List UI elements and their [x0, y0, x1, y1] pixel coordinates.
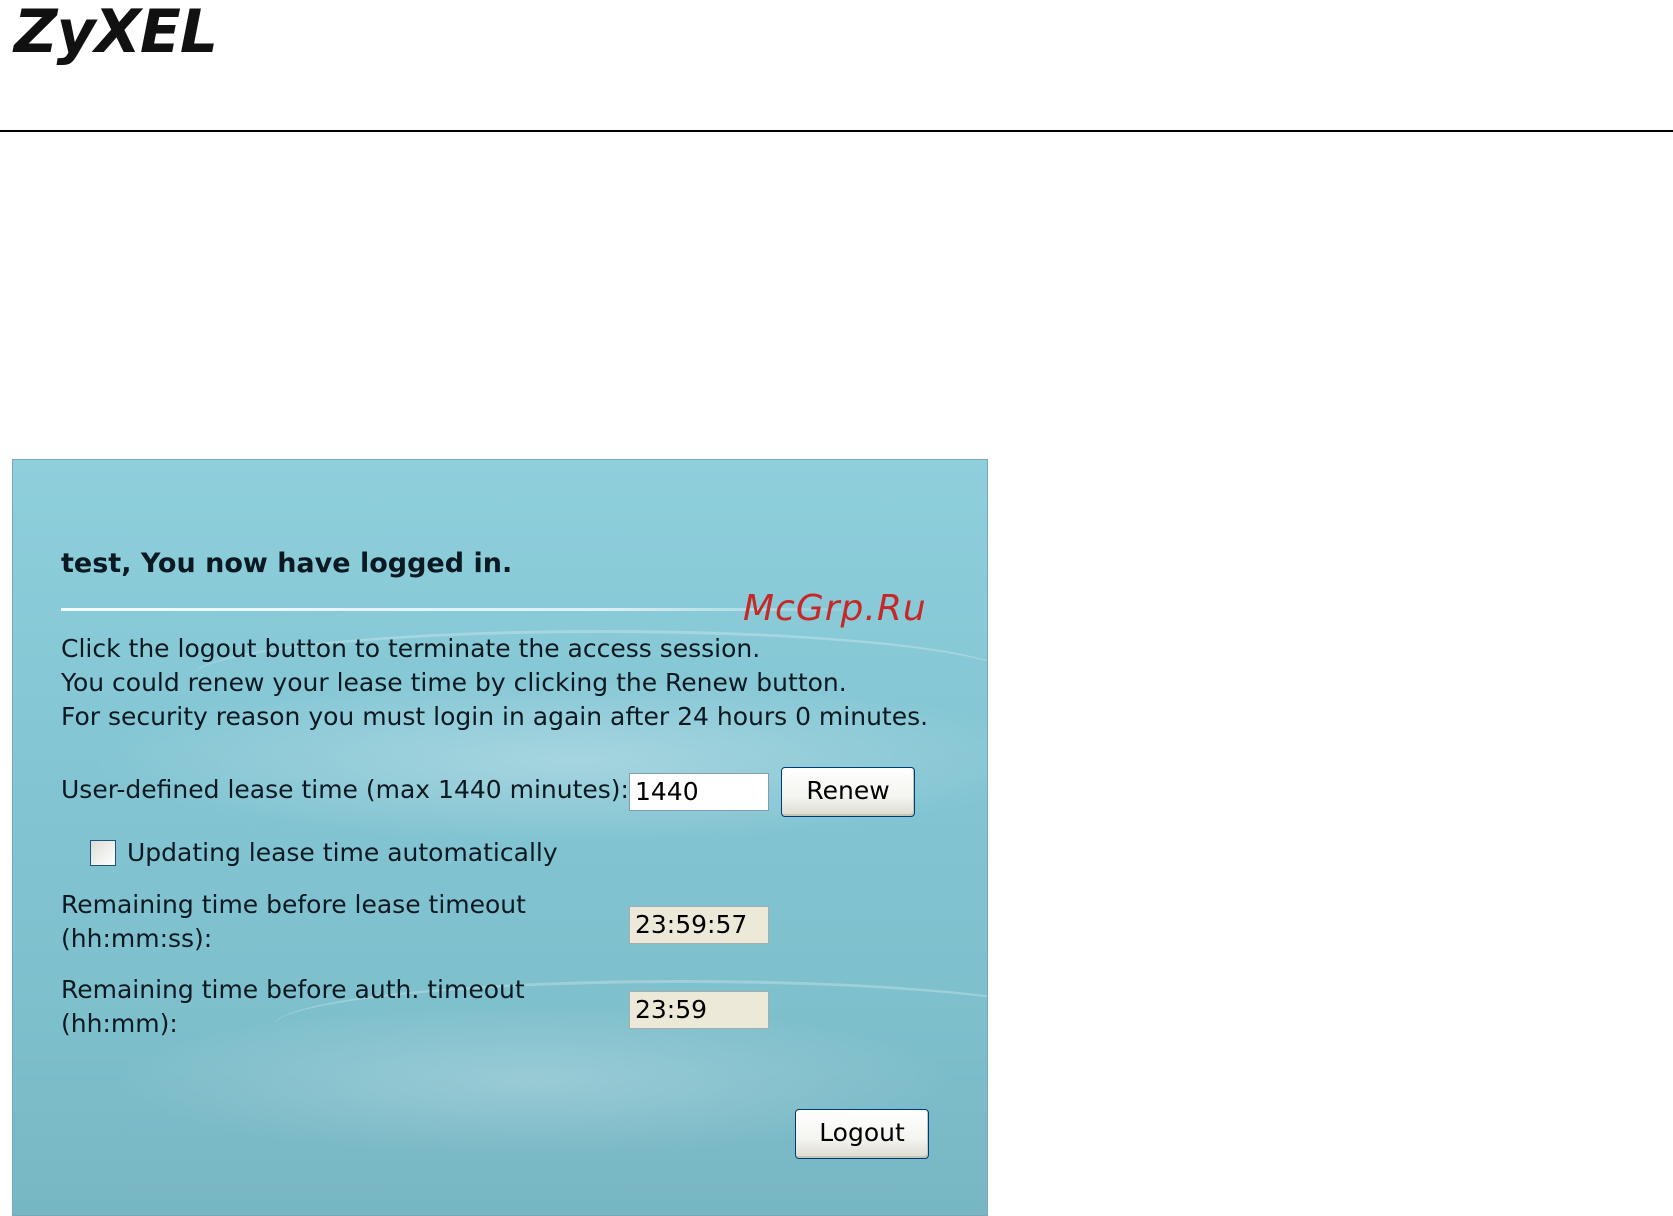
- logout-button[interactable]: Logout: [795, 1109, 929, 1159]
- lease-remaining-label-line: Remaining time before lease timeout: [61, 890, 526, 919]
- auth-remaining-field: 23:59: [629, 991, 769, 1029]
- auth-remaining-label-line: (hh:mm):: [61, 1009, 178, 1038]
- auth-remaining-label-line: Remaining time before auth. timeout: [61, 975, 525, 1004]
- lease-remaining-label: Remaining time before lease timeout (hh:…: [61, 888, 526, 956]
- lease-remaining-field: 23:59:57: [629, 906, 769, 944]
- zyxel-logo: ZyXEL: [14, 0, 218, 67]
- watermark-text: McGrp.Ru: [743, 588, 927, 629]
- heading-divider: [61, 608, 841, 611]
- auth-remaining-label: Remaining time before auth. timeout (hh:…: [61, 973, 525, 1041]
- panel-heading: test, You now have logged in.: [61, 548, 513, 579]
- auto-update-label: Updating lease time automatically: [127, 838, 558, 867]
- header-divider: [0, 130, 1673, 132]
- info-line: For security reason you must login in ag…: [61, 702, 929, 731]
- lease-remaining-label-line: (hh:mm:ss):: [61, 924, 213, 953]
- info-text: Click the logout button to terminate the…: [61, 632, 928, 734]
- login-status-panel: test, You now have logged in. McGrp.Ru C…: [12, 459, 988, 1216]
- info-line: Click the logout button to terminate the…: [61, 634, 761, 663]
- lease-time-label: User-defined lease time (max 1440 minute…: [61, 775, 629, 804]
- renew-button[interactable]: Renew: [781, 767, 915, 817]
- lease-time-input[interactable]: 1440: [629, 773, 769, 811]
- info-line: You could renew your lease time by click…: [61, 668, 847, 697]
- auto-update-checkbox[interactable]: [90, 840, 116, 866]
